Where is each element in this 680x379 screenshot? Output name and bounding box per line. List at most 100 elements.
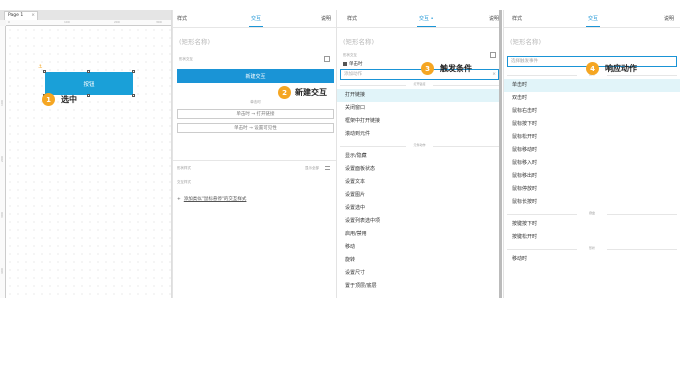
inspector-tabs: 样式 交互 说明 <box>504 10 680 28</box>
tab-interactions[interactable]: 交互 <box>585 15 601 27</box>
inspector-panel-new-interaction: 样式 交互 说明 (矩形名称) 形状交互 新建交互 单击时 单击时 → 打开链接… <box>172 10 336 298</box>
resize-handle[interactable] <box>43 70 46 73</box>
step-badge-4: 4 <box>586 62 599 75</box>
event-item[interactable]: 单击时 <box>504 79 680 92</box>
add-interaction-style-link[interactable]: + 添加类似"鼠标悬停"的交互样式 <box>177 196 246 202</box>
widget-label: 按钮 <box>83 81 95 88</box>
shape-name-input[interactable]: (矩形名称) <box>504 28 680 50</box>
page-tab-strip: Page 1 × <box>0 10 171 20</box>
event-tree-row[interactable]: 单击时 <box>337 60 502 69</box>
tab-interactions[interactable]: 交互 • <box>417 15 436 27</box>
event-item[interactable]: 移动时 <box>504 253 680 266</box>
event-label: 单击时 <box>349 62 363 67</box>
ruler-tick: 200 <box>114 20 120 24</box>
step-badge-2: 2 <box>278 86 291 99</box>
event-item[interactable]: 鼠标松开时 <box>504 131 680 144</box>
event-item[interactable]: 鼠标按下时 <box>504 118 680 131</box>
tab-notes[interactable]: 说明 <box>489 15 499 22</box>
new-interaction-button[interactable]: 新建交互 <box>177 69 334 83</box>
ruler-tick: 100 <box>0 100 4 106</box>
resize-handle[interactable] <box>132 70 135 73</box>
inspector-panel-events: 样式 交互 说明 (矩形名称) 选择触发事件 鼠标 单击时 双击时 鼠标右击时 … <box>503 10 680 298</box>
expand-icon[interactable] <box>490 52 496 58</box>
action-item[interactable]: 设置尺寸 <box>337 267 502 280</box>
clear-icon[interactable]: × <box>492 70 496 79</box>
show-all-link[interactable]: 显示全部 <box>305 166 319 171</box>
tab-interactions[interactable]: 交互 <box>248 15 264 27</box>
action-item[interactable]: 设置文本 <box>337 176 502 189</box>
action-item[interactable]: 框架中打开链接 <box>337 115 502 128</box>
page-tab-label: Page 1 <box>8 13 24 18</box>
resize-handle[interactable] <box>87 70 90 73</box>
canvas-panel: Page 1 × 0 100 200 300 100 200 300 400 ⚓… <box>0 10 172 298</box>
tab-style[interactable]: 样式 <box>347 15 357 22</box>
action-item[interactable]: 移动 <box>337 241 502 254</box>
expand-icon[interactable] <box>324 56 330 62</box>
event-item[interactable]: 双击时 <box>504 92 680 105</box>
action-item[interactable]: 设置选中 <box>337 202 502 215</box>
group-header-widget: 元件动作 <box>337 141 502 150</box>
event-item[interactable]: 按键松开时 <box>504 231 680 244</box>
event-item[interactable]: 鼠标右击时 <box>504 105 680 118</box>
event-item[interactable]: 鼠标移动时 <box>504 144 680 157</box>
action-item[interactable]: 关闭窗口 <box>337 102 502 115</box>
add-style-text: 添加类似"鼠标悬停"的交互样式 <box>183 197 247 202</box>
search-placeholder: 选择触发事件 <box>511 59 538 64</box>
action-item[interactable]: 设置列表选中项 <box>337 215 502 228</box>
event-item[interactable]: 鼠标长按时 <box>504 196 680 209</box>
ruler-tick: 300 <box>156 20 162 24</box>
ruler-tick: 400 <box>0 268 4 274</box>
action-item[interactable]: 滚动到元件 <box>337 128 502 141</box>
event-item[interactable]: 鼠标移入时 <box>504 157 680 170</box>
inspector-tabs: 样式 交互 • 说明 <box>337 10 502 28</box>
event-item[interactable]: 按键按下时 <box>504 218 680 231</box>
section-title: 形状交互 <box>343 53 357 57</box>
action-item[interactable]: 设置面板状态 <box>337 163 502 176</box>
plus-icon: + <box>177 197 181 202</box>
step-label-1: 选中 <box>61 95 77 104</box>
step-label-3: 触发条件 <box>440 64 472 73</box>
section-title: 形状交互 <box>179 57 193 61</box>
action-item[interactable]: 设置图片 <box>337 189 502 202</box>
selected-button-widget[interactable]: ⚓ 按钮 <box>38 64 135 97</box>
tab-notes[interactable]: 说明 <box>321 15 331 22</box>
tab-notes[interactable]: 说明 <box>664 15 674 22</box>
action-item[interactable]: 打开链接 <box>337 89 502 102</box>
event-hint: 单击时 <box>250 100 261 104</box>
group-header-link: 打开链接 <box>337 80 502 89</box>
ruler-tick: 0 <box>8 20 10 24</box>
action-item[interactable]: 启用/禁用 <box>337 228 502 241</box>
step-badge-1: 1 <box>42 93 55 106</box>
event-item[interactable]: 鼠标移出时 <box>504 170 680 183</box>
collapse-icon[interactable] <box>343 61 347 66</box>
event-item[interactable]: 鼠标停放时 <box>504 183 680 196</box>
ruler-tick: 200 <box>0 156 4 162</box>
menu-icon[interactable] <box>325 166 330 170</box>
tab-style[interactable]: 样式 <box>177 15 187 22</box>
action-item[interactable]: 旋转 <box>337 254 502 267</box>
ruler-tick: 100 <box>64 20 70 24</box>
scrollbar[interactable] <box>499 10 502 298</box>
group-header-keyboard: 键盘 <box>504 209 680 218</box>
close-icon[interactable]: × <box>31 12 35 20</box>
section-header: 形状交互 <box>173 54 336 64</box>
tab-style[interactable]: 样式 <box>512 15 522 22</box>
preset-open-link-button[interactable]: 单击时 → 打开链接 <box>177 109 334 119</box>
resize-handle[interactable] <box>132 94 135 97</box>
step-badge-3: 3 <box>421 62 434 75</box>
shape-name-input[interactable]: (矩形名称) <box>173 28 336 50</box>
inspector-panel-actions: 样式 交互 • 说明 (矩形名称) 形状交互 单击时 添加动作 × 打开链接 打… <box>336 10 502 298</box>
section-header: 形状交互 <box>337 50 502 60</box>
action-item[interactable]: 显示/隐藏 <box>337 150 502 163</box>
shape-name-input[interactable]: (矩形名称) <box>337 28 502 50</box>
ruler-tick: 300 <box>0 212 4 218</box>
design-canvas[interactable]: ⚓ 按钮 <box>6 26 171 298</box>
page-tab[interactable]: Page 1 × <box>4 11 38 20</box>
action-search-input[interactable]: 添加动作 × <box>340 69 499 80</box>
resize-handle[interactable] <box>87 94 90 97</box>
shape-style-label: 形状样式 <box>177 166 191 170</box>
preset-set-visibility-button[interactable]: 单击时 → 设置可见性 <box>177 123 334 133</box>
anchor-icon: ⚓ <box>38 64 43 70</box>
interaction-style-label: 交互样式 <box>177 180 191 184</box>
action-item[interactable]: 置于顶层/底层 <box>337 280 502 293</box>
